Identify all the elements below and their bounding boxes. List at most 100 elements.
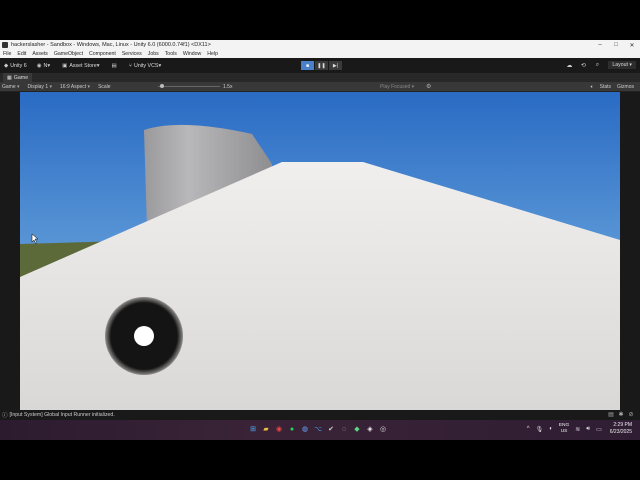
- minimize-button[interactable]: –: [592, 42, 608, 48]
- layout-label: Layout: [612, 62, 628, 68]
- menu-services[interactable]: Services: [122, 51, 142, 57]
- menu-component[interactable]: Component: [89, 51, 116, 57]
- package-button[interactable]: ▤: [112, 63, 119, 69]
- progress-icon[interactable]: ▤: [606, 411, 616, 418]
- clock-date: 6/23/2025: [609, 429, 632, 435]
- app-blue-icon[interactable]: ◍: [300, 425, 310, 435]
- language-indicator[interactable]: ENG US: [559, 423, 569, 435]
- clock[interactable]: 2:29 PM 6/23/2025: [610, 422, 632, 436]
- aspect-dropdown[interactable]: 16:9 Aspect: [60, 84, 90, 90]
- taskbar-apps: ⊞ ▰ ◉ ● ◍ ⌥ ✔ ◌ ◆ ◈ ◎: [248, 425, 391, 435]
- asset-store-button[interactable]: ▣ Asset Store ▾: [62, 63, 101, 69]
- stats-button[interactable]: Stats: [600, 84, 611, 90]
- spotify-icon[interactable]: ●: [287, 425, 297, 435]
- scale-label: Scale: [98, 83, 111, 90]
- vcs-button[interactable]: ⑂ Unity VCS ▾: [129, 63, 164, 69]
- settings-icon[interactable]: ⚙: [426, 83, 431, 90]
- play-focused-dropdown[interactable]: Play Focused ▾: [380, 84, 414, 90]
- menu-file[interactable]: File: [3, 51, 11, 57]
- menu-assets[interactable]: Assets: [32, 51, 48, 57]
- step-icon: ▶|: [332, 62, 339, 69]
- menu-help[interactable]: Help: [207, 51, 218, 57]
- step-button[interactable]: ▶|: [329, 61, 342, 70]
- window-titlebar[interactable]: hackerslasher - Sandbox - Windows, Mac, …: [0, 40, 640, 50]
- game-view-right: 🔈︎ Stats Gizmos: [585, 84, 634, 90]
- network-icon[interactable]: ⊘: [626, 411, 636, 418]
- tab-game[interactable]: ▦ Game: [3, 73, 33, 82]
- console-message[interactable]: [Input System] Global Input Runner initi…: [10, 412, 115, 418]
- cloud-icon[interactable]: ☁: [562, 62, 576, 69]
- cloud-account-icon: ◉: [36, 62, 42, 69]
- unity-cube-icon: ◆: [4, 62, 9, 69]
- region-code: US: [560, 429, 568, 434]
- vcs-icon: ⑂: [128, 62, 133, 69]
- menu-edit[interactable]: Edit: [17, 51, 26, 57]
- search-icon[interactable]: ⌕: [590, 62, 604, 69]
- menu-tools[interactable]: Tools: [165, 51, 177, 57]
- scale-value: 1.5x: [223, 84, 233, 90]
- play-icon: ■: [305, 62, 310, 69]
- pause-button[interactable]: ❚❚: [315, 61, 328, 70]
- user-button[interactable]: ◉ N ▾: [37, 63, 52, 69]
- package-icon: ▤: [111, 62, 117, 69]
- unity-hub-icon[interactable]: ◈: [365, 425, 375, 435]
- pause-icon: ❚❚: [317, 62, 326, 69]
- joystick-knob[interactable]: [134, 326, 154, 346]
- play-focused-label: Play Focused: [380, 84, 411, 90]
- scale-slider[interactable]: [158, 86, 220, 87]
- maximize-button[interactable]: □: [608, 42, 624, 48]
- account-button[interactable]: ◆ Unity 6: [4, 63, 27, 69]
- debug-icon[interactable]: ✱: [616, 411, 626, 418]
- info-icon: ⓘ: [2, 413, 8, 419]
- app-tray-icon[interactable]: ◐: [549, 426, 553, 432]
- chevron-up-icon[interactable]: ^: [527, 426, 530, 432]
- browser-icon[interactable]: ◉: [274, 425, 284, 435]
- status-right: ▤ ✱ ⊘: [606, 411, 636, 418]
- display-dropdown[interactable]: Display 1: [28, 84, 52, 90]
- wifi-icon[interactable]: ≋: [575, 426, 580, 433]
- app-check-icon[interactable]: ✔: [326, 425, 336, 435]
- menu-jobs[interactable]: Jobs: [148, 51, 159, 57]
- file-explorer-icon[interactable]: ▰: [261, 425, 271, 435]
- tab-bar: ▦ Game: [0, 73, 640, 82]
- toolbar-right: ☁ ⟲ ⌕ Layout ▾: [562, 61, 636, 69]
- chevron-down-icon: ▾: [47, 62, 51, 69]
- layout-dropdown[interactable]: Layout ▾: [608, 61, 636, 69]
- clock-time: 2:29 PM: [613, 422, 632, 428]
- chevron-down-icon: ▾: [158, 62, 162, 69]
- play-controls: ■ ❚❚ ▶|: [301, 61, 343, 70]
- vscode-icon[interactable]: ⌥: [313, 425, 323, 435]
- main-toolbar: ◆ Unity 6 ◉ N ▾ ▣ Asset Store ▾ ▤ ⑂ Unit…: [0, 58, 640, 73]
- obs-icon[interactable]: ◎: [378, 425, 388, 435]
- system-tray: ^ 🎙︎ ◐ ENG US ≋ 🔊︎ ▭ 2:29 PM 6/23/2025: [521, 422, 632, 436]
- start-icon[interactable]: ⊞: [248, 425, 258, 435]
- game-view-toolbar: Game Display 1 16:9 Aspect Scale 1.5x Pl…: [0, 82, 640, 92]
- history-icon[interactable]: ⟲: [576, 62, 590, 69]
- vcs-label: Unity VCS: [134, 62, 159, 69]
- menu-window[interactable]: Window: [183, 51, 201, 57]
- game-viewport[interactable]: [20, 92, 620, 410]
- game-scene: [20, 92, 620, 410]
- menu-gameobject[interactable]: GameObject: [54, 51, 83, 57]
- unity-logo-icon: [2, 42, 8, 48]
- microphone-icon[interactable]: 🎙︎: [536, 426, 544, 433]
- volume-icon[interactable]: 🔊︎: [586, 426, 590, 433]
- battery-icon[interactable]: ▭: [596, 426, 602, 433]
- letterbox-bottom: [0, 440, 640, 480]
- app-green-icon[interactable]: ◆: [352, 425, 362, 435]
- status-bar: ⓘ [Input System] Global Input Runner ini…: [0, 410, 640, 420]
- chat-icon[interactable]: ◌: [339, 425, 349, 435]
- game-mode-dropdown[interactable]: Game: [2, 84, 20, 90]
- close-button[interactable]: ✕: [624, 42, 640, 49]
- play-button[interactable]: ■: [301, 61, 314, 70]
- asset-store-label: Asset Store: [69, 62, 97, 69]
- gamepad-icon: ▦: [7, 74, 12, 81]
- shopping-bag-icon: ▣: [62, 62, 68, 69]
- window-title: hackerslasher - Sandbox - Windows, Mac, …: [11, 42, 211, 48]
- mute-audio-icon[interactable]: 🔈︎: [591, 84, 594, 90]
- gizmos-button[interactable]: Gizmos: [617, 84, 634, 90]
- chevron-down-icon: ▾: [96, 62, 100, 69]
- letterbox-top: [0, 0, 640, 40]
- tab-game-label: Game: [13, 74, 29, 81]
- scale-slider-handle[interactable]: [160, 84, 164, 88]
